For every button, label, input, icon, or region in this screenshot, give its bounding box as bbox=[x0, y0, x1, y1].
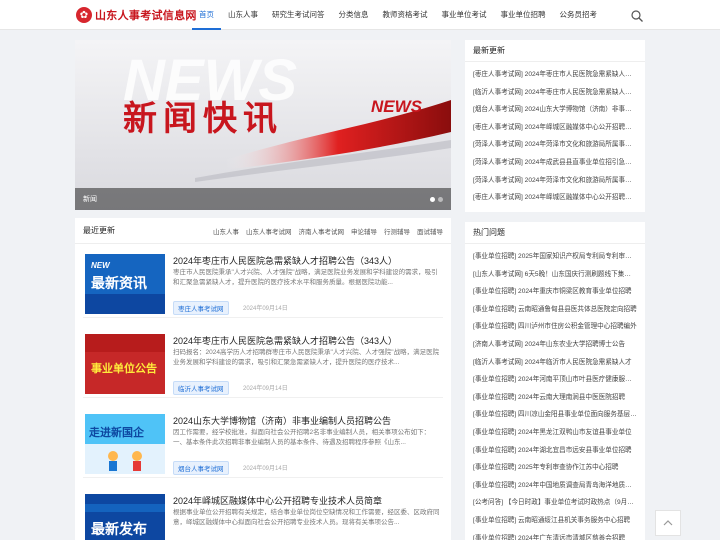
banner-dot-2[interactable] bbox=[438, 197, 443, 202]
hot-questions-list: [事业单位招聘] 2025年国家知识产权局专利局专利审查协作 [山东人事考试网]… bbox=[465, 244, 645, 540]
hot-question-link[interactable]: [事业单位招聘] 2024年广东清远市清城区慈善会招聘 bbox=[473, 530, 637, 540]
hot-question-link[interactable]: [公考问答] 【今日时政】事业单位考试时政热点（9月13日） bbox=[473, 494, 637, 512]
thumbnail-image: NEW 最新资讯 bbox=[85, 254, 165, 314]
chevron-up-icon bbox=[663, 520, 673, 526]
recent-update-link[interactable]: [菏泽人事考试网] 2024年成武县县直事业单位招引急需紧缺人才 bbox=[473, 154, 637, 172]
recent-update-link[interactable]: [菏泽人事考试网] 2024年菏泽市文化和旅游局所属事业单位招聘 bbox=[473, 172, 637, 190]
main-nav: 首页 山东人事 研究生考试问答 分类信息 教师资格考试 事业单位考试 事业单位招… bbox=[192, 0, 604, 30]
latest-title: 最近更新 bbox=[83, 226, 115, 235]
hot-questions-title: 热门问题 bbox=[465, 222, 645, 244]
article-item[interactable]: 走进新国企 2024山东大学博物馆（济南）非事业编制人员招聘公告 因工作需要，经… bbox=[83, 406, 443, 478]
banner-news-word: NEWS bbox=[371, 97, 423, 116]
hot-question-link[interactable]: [事业单位招聘] 四川凉山金阳县事业单位面向服务基层项目 bbox=[473, 406, 637, 424]
logo-icon: ✿ bbox=[76, 7, 92, 23]
hot-question-link[interactable]: [事业单位招聘] 四川泸州市住房公积金管理中心招聘编外 bbox=[473, 318, 637, 336]
article-item[interactable]: NEW 最新资讯 2024年枣庄市人民医院急需紧缺人才招聘公告（343人） 枣庄… bbox=[83, 246, 443, 318]
search-button[interactable] bbox=[630, 9, 644, 23]
site-logo[interactable]: ✿ 山东人事考试信息网 bbox=[76, 6, 197, 24]
recent-update-link[interactable]: [临沂人事考试网] 2024年枣庄市人民医院急需紧缺人才招聘公告 bbox=[473, 84, 637, 102]
article-date: 2024年09月14日 bbox=[243, 466, 288, 472]
article-title[interactable]: 2024年枣庄市人民医院急需紧缺人才招聘公告（343人） bbox=[173, 334, 441, 347]
nav-category-info[interactable]: 分类信息 bbox=[332, 0, 376, 30]
hot-question-link[interactable]: [山东人事考试网] 6天5晚！山东国庆行测刷题线下集训营 bbox=[473, 266, 637, 284]
hot-question-link[interactable]: [事业单位招聘] 2024年黑龙江双鸭山市友谊县事业单位 bbox=[473, 424, 637, 442]
hot-question-link[interactable]: [事业单位招聘] 云南昭通鲁甸县县医共体总医院定向招聘 bbox=[473, 301, 637, 319]
banner-pagination bbox=[430, 197, 443, 202]
article-summary: 扫码报名：2024高学历人才招聘群枣庄市人民医院秉承"人才兴院、人才强院"战略，… bbox=[173, 349, 440, 366]
hot-question-link[interactable]: [事业单位招聘] 2025年国家知识产权局专利局专利审查协作 bbox=[473, 248, 637, 266]
nav-shandong-renshi[interactable]: 山东人事 bbox=[221, 0, 265, 30]
article-date: 2024年09月14日 bbox=[243, 386, 288, 392]
search-icon bbox=[631, 10, 643, 22]
article-source-tag[interactable]: 临沂人事考试网 bbox=[173, 381, 229, 395]
banner-caption: 新闻 bbox=[83, 196, 97, 203]
thumbnail-image: 走进新国企 bbox=[85, 414, 165, 474]
hot-question-link[interactable]: [事业单位招聘] 2025年专利审查协作江苏中心招聘 bbox=[473, 459, 637, 477]
thumbnail-small-text: NEW bbox=[91, 261, 111, 270]
article-title[interactable]: 2024山东大学博物馆（济南）非事业编制人员招聘公告 bbox=[173, 414, 441, 427]
news-banner[interactable]: NEWS 新闻快讯 NEWS 新闻 bbox=[75, 40, 451, 210]
recent-update-link[interactable]: [枣庄人事考试网] 2024年峄城区融媒体中心公开招聘专业技术人员 bbox=[473, 189, 637, 207]
logo-text: 山东人事考试信息网 bbox=[95, 10, 197, 22]
thumbnail-image: 事业单位公告 bbox=[85, 334, 165, 394]
tab-shandong-exam-site[interactable]: 山东人事考试网 bbox=[246, 226, 292, 236]
recent-update-link[interactable]: [枣庄人事考试网] 2024年枣庄市人民医院急需紧缺人才招聘公告 bbox=[473, 66, 637, 84]
thumbnail-text: 最新发布 bbox=[91, 521, 147, 537]
nav-public-institution-recruit[interactable]: 事业单位招聘 bbox=[494, 0, 553, 30]
hot-question-link[interactable]: [事业单位招聘] 云南昭通绥江县机关事务服务中心招聘 bbox=[473, 512, 637, 530]
article-summary: 枣庄市人民医院秉承"人才兴院、人才强院"战略，满足医院业务发展和学科建设的需求，… bbox=[173, 269, 438, 286]
nav-teacher-exam[interactable]: 教师资格考试 bbox=[376, 0, 435, 30]
tab-aptitude-coaching[interactable]: 行测辅导 bbox=[384, 226, 410, 236]
hot-question-link[interactable]: [济南人事考试网] 2024年山东农业大学招聘博士公告 bbox=[473, 336, 637, 354]
latest-tabs: 山东人事 山东人事考试网 济南人事考试网 申论辅导 行测辅导 面试辅导 bbox=[213, 226, 443, 236]
article-thumbnail[interactable]: 走进新国企 bbox=[85, 414, 165, 474]
tab-interview-coaching[interactable]: 面试辅导 bbox=[417, 226, 443, 236]
article-title[interactable]: 2024年峄城区融媒体中心公开招聘专业技术人员简章 bbox=[173, 494, 441, 507]
hot-question-link[interactable]: [临沂人事考试网] 2024年临沂市人民医院急需紧缺人才 bbox=[473, 354, 637, 372]
article-title[interactable]: 2024年枣庄市人民医院急需紧缺人才招聘公告（343人） bbox=[173, 254, 441, 267]
banner-graphic: NEWS 新闻快讯 NEWS bbox=[75, 40, 451, 210]
top-header: ✿ 山东人事考试信息网 首页 山东人事 研究生考试问答 分类信息 教师资格考试 … bbox=[0, 0, 720, 30]
article-date: 2024年09月14日 bbox=[243, 306, 288, 312]
article-thumbnail[interactable]: NEW 最新资讯 bbox=[85, 254, 165, 314]
hot-questions-panel: 热门问题 [事业单位招聘] 2025年国家知识产权局专利局专利审查协作 [山东人… bbox=[465, 222, 645, 540]
recent-update-link[interactable]: [枣庄人事考试网] 2024年峄城区融媒体中心公开招聘专业技术人员 bbox=[473, 119, 637, 137]
recent-updates-list: [枣庄人事考试网] 2024年枣庄市人民医院急需紧缺人才招聘公告 [临沂人事考试… bbox=[465, 62, 645, 207]
thumbnail-image: 最新发布 bbox=[85, 494, 165, 540]
article-source-tag[interactable]: 烟台人事考试网 bbox=[173, 461, 229, 475]
thumbnail-text: 走进新国企 bbox=[88, 425, 145, 439]
hot-question-link[interactable]: [事业单位招聘] 2024年河南平顶山市叶县医疗健康服务集团 bbox=[473, 371, 637, 389]
thumbnail-text: 最新资讯 bbox=[91, 275, 147, 291]
recent-update-link[interactable]: [烟台人事考试网] 2024山东大学博物馆（济南）非事业编制人员招聘 bbox=[473, 101, 637, 119]
latest-panel-header: 最近更新 山东人事 山东人事考试网 济南人事考试网 申论辅导 行测辅导 面试辅导 bbox=[75, 218, 451, 244]
nav-public-institution-exam[interactable]: 事业单位考试 bbox=[435, 0, 494, 30]
recent-updates-title: 最新更新 bbox=[465, 40, 645, 62]
hot-question-link[interactable]: [事业单位招聘] 2024年云南大理南涧县中医医院招聘 bbox=[473, 389, 637, 407]
article-summary: 根据事业单位公开招聘有关规定，结合事业单位岗位空缺情况和工作需要，经区委、区政府… bbox=[173, 509, 440, 526]
nav-graduate-qa[interactable]: 研究生考试问答 bbox=[265, 0, 332, 30]
article-thumbnail[interactable]: 最新发布 bbox=[85, 494, 165, 540]
nav-home[interactable]: 首页 bbox=[192, 0, 221, 30]
tab-jinan-exam-site[interactable]: 济南人事考试网 bbox=[299, 226, 345, 236]
hot-question-link[interactable]: [事业单位招聘] 2024年湖北宜昌市远安县事业单位招聘 bbox=[473, 442, 637, 460]
article-source-tag[interactable]: 枣庄人事考试网 bbox=[173, 301, 229, 315]
tab-shandong-renshi[interactable]: 山东人事 bbox=[213, 226, 239, 236]
banner-title: 新闻快讯 bbox=[123, 100, 283, 138]
latest-panel: 最近更新 山东人事 山东人事考试网 济南人事考试网 申论辅导 行测辅导 面试辅导… bbox=[75, 218, 451, 540]
banner-caption-bar bbox=[75, 188, 451, 210]
thumbnail-text: 事业单位公告 bbox=[91, 361, 157, 375]
hot-question-link[interactable]: [事业单位招聘] 2024年中国地质调查局青岛海洋地质研究所 bbox=[473, 477, 637, 495]
banner-dot-1[interactable] bbox=[430, 197, 435, 202]
article-item[interactable]: 事业单位公告 2024年枣庄市人民医院急需紧缺人才招聘公告（343人） 扫码报名… bbox=[83, 326, 443, 398]
back-to-top-button[interactable] bbox=[655, 510, 681, 536]
nav-civil-servant[interactable]: 公务员招考 bbox=[553, 0, 605, 30]
article-summary: 因工作需要，经学校批准，拟面向社会公开招聘2名非事业编制人员，相关事项公布如下：… bbox=[173, 429, 431, 446]
article-item[interactable]: 最新发布 2024年峄城区融媒体中心公开招聘专业技术人员简章 根据事业单位公开招… bbox=[83, 486, 443, 540]
tab-essay-coaching[interactable]: 申论辅导 bbox=[351, 226, 377, 236]
recent-updates-panel: 最新更新 [枣庄人事考试网] 2024年枣庄市人民医院急需紧缺人才招聘公告 [临… bbox=[465, 40, 645, 212]
article-thumbnail[interactable]: 事业单位公告 bbox=[85, 334, 165, 394]
hot-question-link[interactable]: [事业单位招聘] 2024年重庆市铜梁区教育事业单位招聘 bbox=[473, 283, 637, 301]
recent-update-link[interactable]: [菏泽人事考试网] 2024年菏泽市文化和旅游局所属事业单位招聘 bbox=[473, 136, 637, 154]
